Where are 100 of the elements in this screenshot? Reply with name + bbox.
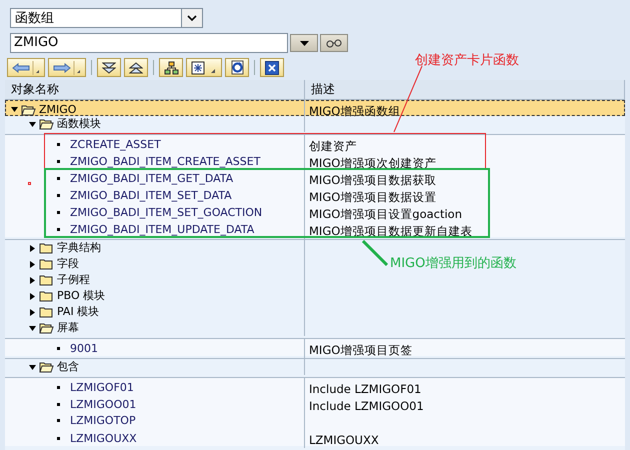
node-name: ZMIGO_BADI_ITEM_UPDATE_DATA	[70, 224, 254, 236]
node-name: 字典结构	[57, 242, 101, 254]
refresh-icon	[230, 60, 244, 75]
expander-icon[interactable]	[29, 308, 36, 316]
open-folder-icon	[21, 104, 36, 116]
open-folder-icon	[39, 322, 54, 334]
annotation-label: 创建资产卡片函数	[415, 52, 519, 69]
node-description: MIGO增强项目设置goaction	[308, 208, 462, 220]
node-name: 屏幕	[57, 322, 79, 334]
tree-row[interactable]: ZCREATE_ASSET 创建资产	[5, 134, 625, 152]
folder-icon	[39, 242, 54, 254]
tree-row[interactable]: 包含	[5, 358, 625, 375]
tree-row[interactable]: 函数模块	[5, 116, 625, 132]
leader-line	[362, 240, 388, 266]
tree-row[interactable]: PBO 模块	[5, 288, 625, 304]
double-chevron-down-icon	[102, 62, 116, 74]
tree-row[interactable]: 字典结构	[5, 239, 625, 256]
bullet-icon	[57, 437, 60, 440]
double-chevron-up-icon	[129, 62, 143, 74]
bullet-icon	[57, 386, 60, 389]
node-description: MIGO增强项目数据更新自建表	[308, 225, 472, 237]
triangle-down-icon	[300, 40, 308, 46]
tree-row[interactable]: LZMIGOO01 Include LZMIGOO01	[5, 395, 625, 412]
tree-row[interactable]: ZMIGO_BADI_ITEM_CREATE_ASSET MIGO增强项次创建资产	[5, 152, 625, 169]
asterisk-button[interactable]	[186, 58, 222, 77]
node-name: 字段	[57, 258, 79, 270]
glasses-button[interactable]	[320, 34, 348, 52]
bullet-icon	[57, 160, 60, 163]
node-name: ZMIGO_BADI_ITEM_SET_GOACTION	[70, 206, 262, 218]
arrow-left-icon	[12, 62, 30, 72]
tree-row[interactable]: 屏幕	[5, 320, 625, 336]
bullet-icon	[57, 177, 60, 180]
back-button[interactable]	[7, 58, 45, 77]
node-name: LZMIGOUXX	[70, 432, 137, 444]
asterisk-icon	[191, 60, 205, 74]
folder-icon	[39, 290, 54, 302]
node-description: MIGO增强项目数据获取	[308, 174, 436, 186]
refresh-button[interactable]	[225, 58, 249, 77]
folder-icon	[39, 274, 54, 286]
collapse-all-button[interactable]	[124, 58, 148, 77]
corner-caret-icon	[211, 69, 215, 73]
bullet-icon	[57, 228, 60, 231]
close-button[interactable]	[260, 58, 284, 77]
chevron-down-icon	[187, 14, 197, 22]
node-name: LZMIGOF01	[70, 382, 134, 394]
column-header[interactable]: 描述	[305, 80, 625, 99]
tree-row[interactable]: PAI 模块	[5, 304, 625, 320]
node-description: LZMIGOUXX	[308, 434, 379, 446]
expander-icon[interactable]	[11, 106, 18, 113]
expand-all-button[interactable]	[97, 58, 121, 77]
tree-row[interactable]: LZMIGOF01 Include LZMIGOF01	[5, 377, 625, 395]
expander-icon[interactable]	[29, 292, 36, 300]
folder-icon	[39, 258, 54, 270]
tree-row[interactable]: 字段 MIGO增强用到的函数	[5, 256, 625, 272]
node-name: 9001	[70, 342, 98, 354]
object-type-dropdown[interactable]: 函数组	[10, 8, 203, 28]
expander-icon[interactable]	[29, 244, 36, 252]
expander-icon[interactable]	[29, 324, 36, 332]
bullet-icon	[57, 143, 60, 146]
node-name: 子例程	[57, 274, 90, 286]
node-name: 包含	[57, 361, 79, 373]
expander-icon[interactable]	[29, 276, 36, 284]
node-name: ZMIGO_BADI_ITEM_CREATE_ASSET	[70, 156, 260, 168]
node-name: LZMIGOTOP	[70, 414, 136, 426]
annotation-label: MIGO增强用到的函数	[390, 255, 516, 272]
node-description: 创建资产	[308, 140, 357, 152]
tree-row[interactable]: 子例程	[5, 272, 625, 288]
expander-icon[interactable]	[29, 120, 36, 128]
node-description: MIGO增强项目页签	[308, 344, 412, 356]
dropdown-button[interactable]	[290, 34, 318, 52]
expander-icon[interactable]	[29, 260, 36, 268]
corner-caret-icon	[30, 60, 40, 74]
object-name-field[interactable]: ZMIGO	[10, 33, 288, 53]
tree-row[interactable]: ZMIGO_BADI_ITEM_SET_GOACTION MIGO增强项目设置goaction	[5, 203, 625, 220]
tree-row[interactable]: ZMIGO_BADI_ITEM_GET_DATA MIGO增强项目数据获取	[5, 169, 625, 186]
expander-icon[interactable]	[29, 364, 36, 370]
forward-button[interactable]	[48, 58, 86, 77]
open-folder-icon	[39, 118, 54, 130]
node-name: PAI 模块	[57, 306, 100, 318]
marker-square	[28, 182, 31, 185]
tree-row[interactable]: ZMIGO_BADI_ITEM_UPDATE_DATA MIGO增强项目数据更新自建表	[5, 220, 625, 237]
node-name: LZMIGOO01	[70, 398, 136, 410]
bullet-icon	[57, 347, 60, 350]
bullet-icon	[57, 194, 60, 197]
column-header[interactable]: 对象名称	[5, 80, 305, 99]
node-description: MIGO增强项次创建资产	[308, 157, 436, 169]
bullet-icon	[57, 211, 60, 214]
node-name: ZMIGO_BADI_ITEM_SET_DATA	[70, 190, 232, 202]
hierarchy-button[interactable]	[159, 58, 183, 77]
bullet-icon	[57, 403, 60, 406]
arrow-right-icon	[53, 62, 71, 72]
close-icon	[265, 60, 279, 74]
node-name: ZMIGO	[39, 104, 76, 116]
tree-row[interactable]: LZMIGOUXX LZMIGOUXX	[5, 429, 625, 446]
node-description: MIGO增强项目数据设置	[308, 191, 436, 203]
tree-row[interactable]: ZMIGO_BADI_ITEM_SET_DATA MIGO增强项目数据设置	[5, 186, 625, 203]
tree-row[interactable]: 9001 MIGO增强项目页签	[5, 338, 625, 356]
tree-row[interactable]: LZMIGOTOP	[5, 412, 625, 429]
open-folder-icon	[39, 361, 54, 373]
node-description: Include LZMIGOF01	[308, 383, 422, 395]
